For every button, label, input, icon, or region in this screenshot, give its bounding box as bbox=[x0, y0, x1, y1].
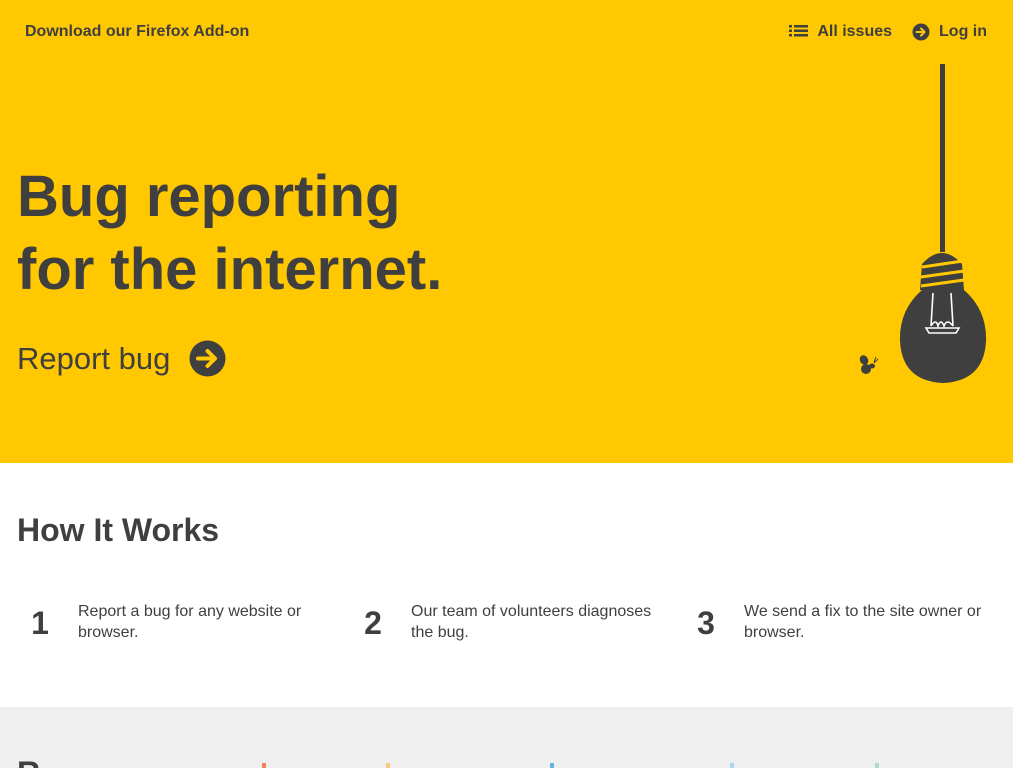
step-item: 3 We send a fix to the site owner or bro… bbox=[686, 601, 989, 643]
color-tick bbox=[386, 763, 390, 768]
arrow-circle-right-icon bbox=[189, 340, 226, 377]
next-section: R bbox=[0, 707, 1013, 768]
report-bug-button[interactable]: Report bug bbox=[17, 340, 226, 377]
next-section-title: R bbox=[17, 755, 40, 768]
color-tick bbox=[875, 763, 879, 768]
hero-section: Download our Firefox Add-on All issues L… bbox=[0, 0, 1013, 463]
step-item: 2 Our team of volunteers diagnoses the b… bbox=[353, 601, 656, 643]
color-tick bbox=[730, 763, 734, 768]
how-it-works-title: How It Works bbox=[17, 512, 220, 548]
step-number: 3 bbox=[697, 605, 715, 641]
arrow-circle-right-icon bbox=[912, 23, 930, 41]
step-text: We send a fix to the site owner or brows… bbox=[744, 603, 982, 641]
hero-headline: Bug reporting for the internet. bbox=[17, 160, 442, 306]
headline-line-2: for the internet. bbox=[17, 237, 443, 302]
all-issues-link[interactable]: All issues bbox=[789, 23, 892, 41]
step-text: Our team of volunteers diagnoses the bug… bbox=[411, 603, 652, 641]
all-issues-label: All issues bbox=[817, 23, 893, 40]
how-it-works-section: How It Works 1 Report a bug for any webs… bbox=[0, 463, 1013, 707]
step-item: 1 Report a bug for any website or browse… bbox=[20, 601, 323, 643]
login-label: Log in bbox=[939, 23, 987, 40]
headline-line-1: Bug reporting bbox=[17, 164, 401, 229]
step-number: 1 bbox=[31, 605, 49, 641]
login-link[interactable]: Log in bbox=[912, 23, 987, 41]
step-number: 2 bbox=[364, 605, 382, 641]
top-nav: All issues Log in bbox=[789, 23, 987, 41]
list-icon bbox=[789, 25, 809, 37]
color-tick bbox=[550, 763, 554, 768]
lightbulb-illustration-icon bbox=[859, 64, 987, 383]
report-bug-label: Report bug bbox=[17, 340, 171, 376]
color-tick bbox=[262, 763, 266, 768]
step-text: Report a bug for any website or browser. bbox=[78, 603, 302, 641]
firefox-addon-link[interactable]: Download our Firefox Add-on bbox=[25, 23, 249, 41]
